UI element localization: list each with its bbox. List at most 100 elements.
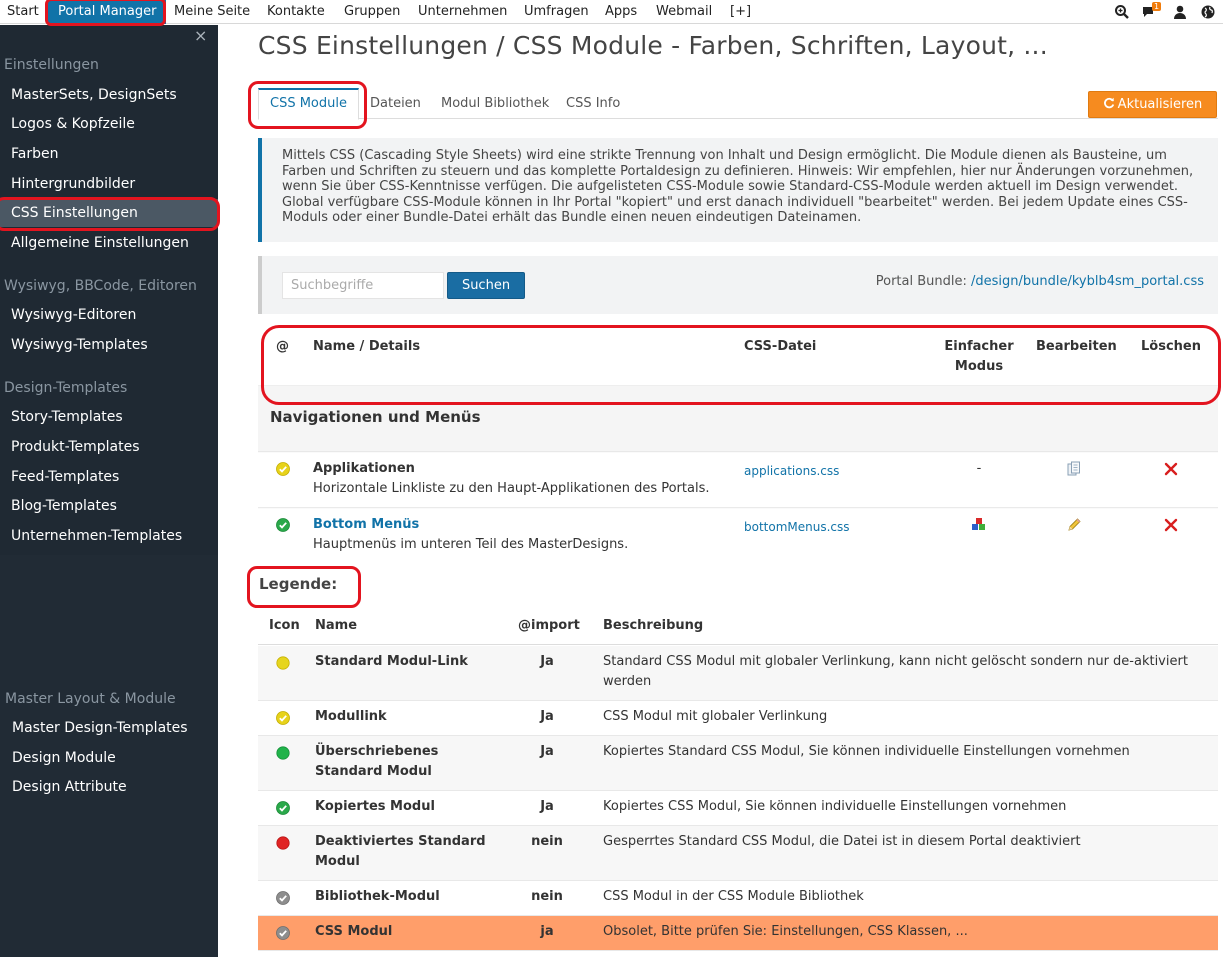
- sidebar-item-wysiwyg-templates[interactable]: Wysiwyg-Templates: [0, 331, 218, 359]
- green-check-icon: [276, 518, 290, 532]
- sidebar-section-title: Design-Templates: [4, 380, 128, 396]
- sidebar-item-logos[interactable]: Logos & Kopfzeile: [0, 110, 218, 138]
- user-icon[interactable]: [1172, 4, 1188, 20]
- legend-desc: Kopiertes Standard CSS Modul, Sie können…: [603, 744, 1130, 759]
- sidebar-item-design-attribute[interactable]: Design Attribute: [0, 773, 218, 801]
- col-simple-mode-1: Einfacher: [944, 339, 1014, 354]
- nav-umfragen[interactable]: Umfragen: [524, 0, 589, 24]
- sidebar-item-mastersets[interactable]: MasterSets, DesignSets: [0, 81, 218, 109]
- legend-col-name: Name: [315, 618, 358, 633]
- legend-row: Bibliothek-Modul nein CSS Modul in der C…: [258, 881, 1218, 916]
- nav-webmail[interactable]: Webmail: [656, 0, 712, 24]
- blocks-icon[interactable]: [970, 517, 988, 533]
- tab-modul-bibliothek[interactable]: Modul Bibliothek: [441, 88, 549, 119]
- legend-desc: CSS Modul in der CSS Module Bibliothek: [603, 889, 864, 904]
- nav-kontakte[interactable]: Kontakte: [267, 0, 325, 24]
- search-bar: Suchen Portal Bundle: /design/bundle/kyb…: [258, 256, 1218, 314]
- module-css-file-link[interactable]: bottomMenus.css: [744, 520, 850, 534]
- module-css-file-link[interactable]: applications.css: [744, 464, 839, 478]
- portal-bundle: Portal Bundle: /design/bundle/kyblb4sm_p…: [876, 274, 1204, 289]
- sidebar-section-title: Einstellungen: [4, 57, 99, 73]
- legend-col-import: @import: [518, 618, 580, 633]
- refresh-icon: [1103, 97, 1114, 109]
- delete-x-icon[interactable]: [1164, 462, 1178, 476]
- sidebar-item-wysiwyg-editoren[interactable]: Wysiwyg-Editoren: [0, 301, 218, 329]
- nav-unternehmen[interactable]: Unternehmen: [418, 0, 507, 24]
- red-dot-icon: [276, 836, 290, 850]
- close-icon[interactable]: ×: [194, 28, 207, 44]
- legend-import: ja: [540, 924, 554, 939]
- sidebar-item-blog-templates[interactable]: Blog-Templates: [0, 492, 218, 520]
- legend-table: Icon Name @import Beschreibung Standard …: [258, 610, 1218, 957]
- legend-name: Modullink: [315, 709, 387, 724]
- legend-import: Ja: [540, 744, 554, 759]
- nav-gruppen[interactable]: Gruppen: [344, 0, 400, 24]
- yellow-dot-icon: [276, 656, 290, 670]
- search-button[interactable]: Suchen: [447, 272, 525, 299]
- legend-row: Deaktiviertes Standard Modul nein Gesper…: [258, 826, 1218, 881]
- sidebar-item-css-einstellungen[interactable]: CSS Einstellungen: [0, 199, 218, 227]
- legend-col-icon: Icon: [269, 618, 300, 633]
- delete-x-icon[interactable]: [1164, 518, 1178, 532]
- col-css-file: CSS-Datei: [744, 339, 817, 354]
- legend-import: Ja: [540, 799, 554, 814]
- sidebar-item-hintergrundbilder[interactable]: Hintergrundbilder: [0, 170, 218, 198]
- sidebar-item-unternehmen-templates[interactable]: Unternehmen-Templates: [0, 522, 218, 550]
- search-zoom-icon[interactable]: [1114, 4, 1130, 20]
- grey-check-icon: [276, 891, 290, 905]
- legend-desc: Obsolet, Bitte prüfen Sie: Einstellungen…: [603, 924, 968, 939]
- nav-start[interactable]: Start: [7, 0, 39, 24]
- legend-name: Kopiertes Modul: [315, 799, 435, 814]
- module-table-header: @ Name / Details CSS-Datei Einfacher Mod…: [258, 326, 1218, 386]
- sidebar-item-allgemeine-einstellungen[interactable]: Allgemeine Einstellungen: [0, 229, 218, 257]
- legend-name: Bibliothek-Modul: [315, 889, 440, 904]
- legend-import: Ja: [540, 654, 554, 669]
- module-name-link[interactable]: Bottom Menüs: [313, 517, 419, 532]
- module-name: Applikationen: [313, 461, 415, 476]
- portal-bundle-label: Portal Bundle:: [875, 274, 967, 289]
- sidebar-item-master-design-templates[interactable]: Master Design-Templates: [0, 714, 218, 742]
- refresh-label: Aktualisieren: [1117, 97, 1203, 112]
- yellow-check-icon: [276, 462, 290, 476]
- pencil-icon[interactable]: [1066, 517, 1082, 533]
- legend-row: Standard Modul-Link Ja Standard CSS Modu…: [258, 646, 1218, 701]
- sidebar-item-produkt-templates[interactable]: Produkt-Templates: [0, 433, 218, 461]
- legend-row-obsolete: CSS Modul ja Obsolet, Bitte prüfen Sie: …: [258, 916, 1218, 951]
- refresh-button[interactable]: Aktualisieren: [1088, 91, 1217, 118]
- nav-apps[interactable]: Apps: [605, 0, 637, 24]
- tab-css-info[interactable]: CSS Info: [566, 88, 620, 119]
- copy-icon[interactable]: [1067, 461, 1081, 477]
- search-input[interactable]: [282, 272, 444, 299]
- tab-css-module[interactable]: CSS Module: [258, 88, 359, 120]
- legend-header: Icon Name @import Beschreibung: [258, 610, 1218, 645]
- portal-bundle-link[interactable]: /design/bundle/kyblb4sm_portal.css: [971, 274, 1204, 289]
- legend-desc: Kopiertes CSS Modul, Sie können individu…: [603, 799, 1067, 814]
- module-group-row: Navigationen und Menüs: [258, 386, 1218, 452]
- green-check-icon: [276, 801, 290, 815]
- legend-import: nein: [531, 889, 563, 904]
- col-at: @: [276, 339, 289, 354]
- legend-import: nein: [531, 834, 563, 849]
- sidebar-item-farben[interactable]: Farben: [0, 140, 218, 168]
- sidebar-item-feed-templates[interactable]: Feed-Templates: [0, 463, 218, 491]
- table-row: Applikationen Horizontale Linkliste zu d…: [258, 453, 1218, 508]
- nav-portal-manager[interactable]: Portal Manager: [48, 0, 167, 24]
- legend-desc: Standard CSS Modul mit globaler Verlinku…: [603, 654, 1188, 689]
- nav-add-more[interactable]: [+]: [730, 0, 751, 24]
- nav-meine-seite[interactable]: Meine Seite: [174, 0, 250, 24]
- sidebar-item-design-module[interactable]: Design Module: [0, 744, 218, 772]
- tab-bar: CSS Module Dateien Modul Bibliothek CSS …: [258, 88, 1218, 120]
- col-simple-mode-2: Modus: [954, 359, 1004, 374]
- sidebar-item-story-templates[interactable]: Story-Templates: [0, 403, 218, 431]
- yellow-check-icon: [276, 711, 290, 725]
- tab-dateien[interactable]: Dateien: [370, 88, 421, 119]
- legend-title: Legende:: [259, 575, 338, 593]
- legend-import: Ja: [540, 709, 554, 724]
- legend-desc: CSS Modul mit globaler Verlinkung: [603, 709, 828, 724]
- col-edit: Bearbeiten: [1036, 339, 1117, 354]
- globe-icon[interactable]: [1200, 4, 1216, 20]
- module-group-title: Navigationen und Menüs: [270, 408, 481, 426]
- legend-name: Standard Modul-Link: [315, 654, 468, 669]
- legend-desc: Gesperrtes Standard CSS Modul, die Datei…: [603, 834, 1081, 849]
- legend-col-desc: Beschreibung: [603, 618, 704, 633]
